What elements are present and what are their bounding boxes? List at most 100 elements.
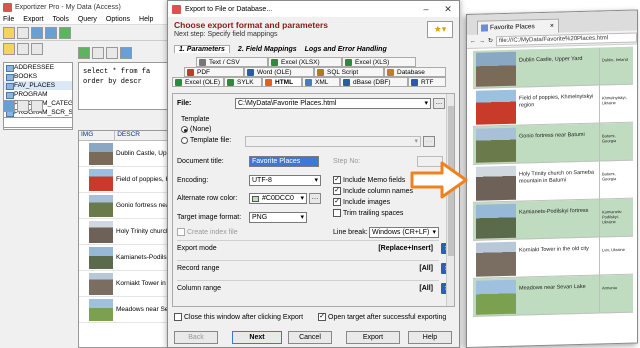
- menu-tools[interactable]: Tools: [53, 16, 69, 23]
- template-none-radio[interactable]: (None): [181, 126, 211, 133]
- close-tab-icon[interactable]: ×: [550, 20, 554, 33]
- exported-html-table: Dublin Castle, Upper Yard Dublin, Irelan…: [473, 46, 633, 317]
- tab-dbase[interactable]: dBase (DBF): [340, 77, 408, 87]
- grid-row[interactable]: Field of poppies, K: [79, 167, 171, 193]
- help-button[interactable]: Help: [408, 331, 452, 344]
- tab-sylk[interactable]: SYLK: [224, 77, 262, 87]
- copy-icon[interactable]: [45, 26, 57, 39]
- back-icon[interactable]: [92, 47, 104, 59]
- grid-row[interactable]: Dublin Castle, Upp: [79, 141, 171, 167]
- nav-prev-icon[interactable]: [17, 100, 29, 112]
- tab-excel-xls[interactable]: Excel (XLS): [342, 57, 416, 67]
- app-titlebar: Exportizer Pro - My Data (Access): [0, 0, 171, 14]
- filter-icon[interactable]: [31, 43, 43, 55]
- line-break-select[interactable]: Windows (CR+LF): [369, 227, 439, 238]
- file-path-input[interactable]: C:\MyData\Favorite Places.html: [235, 98, 431, 109]
- tab-word-ole[interactable]: Word (OLE): [244, 67, 314, 77]
- pick-color-button[interactable]: …: [309, 193, 321, 204]
- doc-title-input[interactable]: Favorite Places: [249, 156, 319, 167]
- panel-scrollbar[interactable]: [446, 94, 454, 306]
- menu-file[interactable]: File: [3, 16, 14, 23]
- menu-help[interactable]: Help: [139, 16, 153, 23]
- open-target-checkbox[interactable]: ✓ Open target after successful exporting: [318, 313, 446, 321]
- next-button[interactable]: Next: [232, 331, 282, 344]
- create-index-label: Create index file: [187, 228, 238, 236]
- open-query-icon[interactable]: [120, 47, 132, 59]
- data-grid[interactable]: IMG DESCR Dublin Castle, Upp Field of po…: [78, 130, 172, 348]
- grid-row[interactable]: Kamianets-Podilsk: [79, 245, 171, 271]
- grid-col-descr[interactable]: DESCR: [115, 131, 171, 140]
- menu-query[interactable]: Query: [78, 16, 97, 23]
- step-field-mappings[interactable]: 2. Field Mappings: [238, 46, 297, 53]
- target-image-select[interactable]: PNG: [249, 212, 307, 223]
- trim-trailing-spaces-checkbox[interactable]: Trim trailing spaces: [333, 209, 403, 217]
- tab-sql-script[interactable]: SQL Script: [314, 67, 384, 77]
- table-list-item[interactable]: FAV_PLACES: [4, 81, 72, 90]
- poppies-photo: [476, 89, 516, 125]
- step-parameters[interactable]: 1. Parameters: [174, 45, 230, 53]
- nav-next-icon[interactable]: [31, 100, 43, 112]
- forward-icon[interactable]: [106, 47, 118, 59]
- back-button[interactable]: Back: [174, 331, 218, 344]
- dropdown-icon[interactable]: [17, 43, 29, 55]
- folder-icon[interactable]: [3, 43, 15, 55]
- grid-icon[interactable]: [31, 26, 43, 39]
- open-folder-icon[interactable]: [3, 26, 15, 39]
- grid-row[interactable]: Korniakt Tower in: [79, 271, 171, 297]
- color-swatch: [252, 196, 259, 202]
- include-column-names-checkbox[interactable]: ✓ Include column names: [333, 187, 413, 195]
- encoding-select[interactable]: UTF-8: [249, 175, 321, 186]
- grid-cell-descr: Field of poppies, K: [116, 176, 170, 183]
- template-file-input[interactable]: [245, 136, 421, 147]
- grid-row[interactable]: Meadows near Se: [79, 297, 171, 323]
- template-file-radio[interactable]: Template file:: [181, 137, 231, 144]
- forward-arrow-icon[interactable]: →: [479, 38, 485, 44]
- alt-row-color-select[interactable]: #C0DCC0: [249, 193, 307, 204]
- tab-pdf[interactable]: PDF: [184, 67, 244, 77]
- grid-row[interactable]: Holy Trinity churcl: [79, 219, 171, 245]
- tab-rtf[interactable]: RTF: [408, 77, 446, 87]
- tab-database[interactable]: Database: [384, 67, 446, 77]
- favorites-star-icon[interactable]: ★▾: [427, 21, 453, 38]
- encoding-label: Encoding:: [177, 177, 209, 184]
- minimize-icon[interactable]: –: [415, 4, 437, 15]
- tab-text-csv[interactable]: Text / CSV: [196, 57, 268, 67]
- tab-html[interactable]: HTML: [262, 77, 302, 87]
- url-field[interactable]: file:///C:/MyData/Favorite%20Places.html: [496, 32, 637, 46]
- grid-row[interactable]: Gonio fortress nea: [79, 193, 171, 219]
- table-list-item[interactable]: ADDRESSEE: [4, 63, 72, 72]
- step-logs[interactable]: Logs and Error Handling: [305, 46, 387, 53]
- filter-combo[interactable]: [3, 117, 73, 128]
- create-index-checkbox[interactable]: Create index file: [177, 228, 238, 236]
- run-query-icon[interactable]: [78, 47, 90, 59]
- print-icon[interactable]: [59, 26, 71, 39]
- reload-icon[interactable]: ↻: [488, 37, 493, 44]
- tab-excel-ole[interactable]: Excel (OLE): [172, 77, 224, 87]
- kamianets-thumbnail: [89, 246, 113, 269]
- sql-editor[interactable]: select * from fa order by descr: [78, 62, 172, 110]
- table-list-item[interactable]: BOOKS: [4, 72, 72, 81]
- record-navigator: [3, 100, 73, 114]
- cancel-button[interactable]: Cancel: [288, 331, 332, 344]
- menu-options[interactable]: Options: [106, 16, 130, 23]
- browse-template-button[interactable]: …: [423, 136, 435, 147]
- include-images-checkbox[interactable]: ✓ Include images: [333, 198, 390, 206]
- browser-tab[interactable]: Favorite Places ×: [477, 18, 559, 35]
- table-list-item[interactable]: PROGRAM: [4, 90, 72, 99]
- tab-xml[interactable]: XML: [302, 77, 340, 87]
- tab-excel-xlsx[interactable]: Excel (XLSX): [268, 57, 342, 67]
- close-icon[interactable]: ✕: [437, 3, 459, 15]
- browse-file-button[interactable]: …: [433, 98, 445, 109]
- back-arrow-icon[interactable]: ←: [470, 38, 476, 44]
- export-button[interactable]: Export: [346, 331, 400, 344]
- export-icon[interactable]: [17, 26, 29, 39]
- include-memo-checkbox[interactable]: ✓ Include Memo fields: [333, 176, 405, 184]
- alt-row-color-value: #C0DCC0: [262, 195, 294, 202]
- church-photo: [476, 165, 516, 201]
- menu-export[interactable]: Export: [23, 16, 43, 23]
- grid-cell-descr: Kamianets-Podilsk: [116, 254, 170, 261]
- close-after-checkbox[interactable]: Close this window after clicking Export: [174, 313, 303, 321]
- nav-first-icon[interactable]: [3, 100, 15, 112]
- browser-tab-title: Favorite Places: [490, 23, 535, 32]
- grid-col-img[interactable]: IMG: [79, 131, 116, 140]
